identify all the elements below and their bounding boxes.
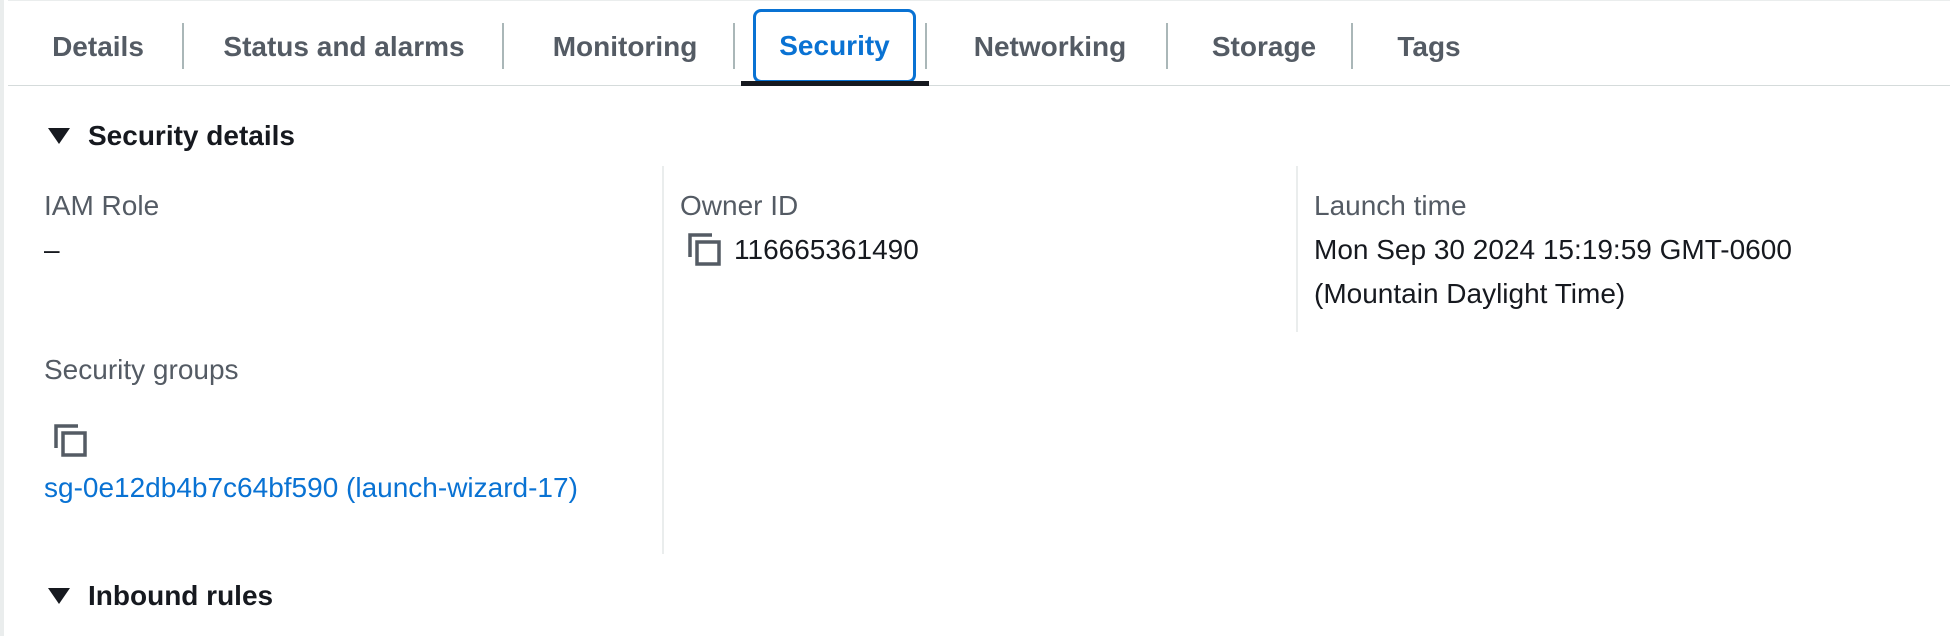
column-divider: [662, 166, 664, 554]
copy-icon[interactable]: [686, 231, 724, 269]
iam-role-label: IAM Role: [44, 190, 160, 221]
tab-tags[interactable]: Tags: [1393, 19, 1465, 75]
security-details-header[interactable]: Security details: [48, 120, 295, 152]
tab-networking[interactable]: Networking: [967, 19, 1133, 75]
security-groups-label: Security groups: [44, 354, 239, 385]
launch-time-label: Launch time: [1314, 190, 1467, 221]
tab-storage[interactable]: Storage: [1208, 19, 1320, 75]
owner-id-label: Owner ID: [680, 190, 799, 221]
tab-bar: Details Status and alarms Monitoring Sec…: [8, 0, 1950, 86]
active-tab-indicator: [741, 81, 929, 86]
security-group-link[interactable]: sg-0e12db4b7c64bf590 (launch-wizard-17): [44, 472, 578, 504]
copy-icon[interactable]: [52, 422, 90, 460]
tab-separator: [733, 23, 735, 69]
section-title: Inbound rules: [88, 580, 274, 611]
tab-separator: [182, 23, 184, 69]
column-divider: [1296, 166, 1298, 332]
launch-time-value: Mon Sep 30 2024 15:19:59 GMT-0600: [1314, 234, 1792, 265]
section-title: Security details: [88, 120, 295, 151]
tab-separator: [1351, 23, 1353, 69]
caret-down-icon: [48, 588, 70, 604]
tab-separator: [925, 23, 927, 69]
launch-time-timezone: (Mountain Daylight Time): [1314, 278, 1626, 309]
instance-detail-panel: Details Status and alarms Monitoring Sec…: [0, 0, 1950, 636]
inbound-rules-header[interactable]: Inbound rules: [48, 580, 273, 612]
tab-security[interactable]: Security: [753, 9, 916, 83]
tab-status-and-alarms[interactable]: Status and alarms: [222, 19, 466, 75]
tab-details[interactable]: Details: [50, 19, 146, 75]
tab-separator: [502, 23, 504, 69]
tab-separator: [1166, 23, 1168, 69]
iam-role-value: –: [44, 234, 60, 265]
owner-id-value: 116665361490: [734, 234, 919, 265]
caret-down-icon: [48, 128, 70, 144]
tab-monitoring[interactable]: Monitoring: [546, 19, 704, 75]
